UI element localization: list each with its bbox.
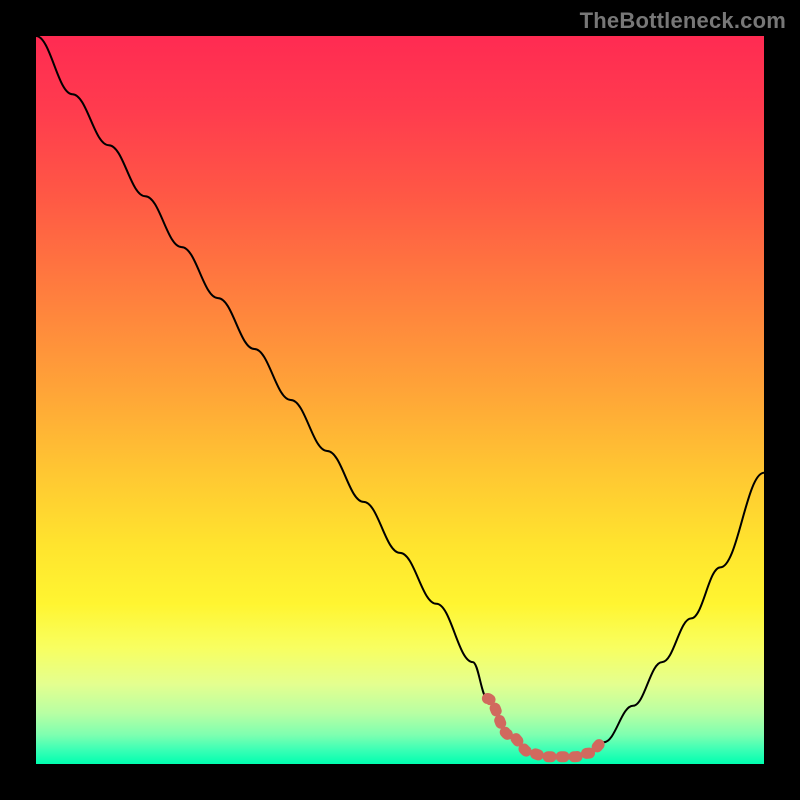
watermark-text: TheBottleneck.com <box>580 8 786 34</box>
curve-overlay <box>36 36 764 764</box>
plot-area <box>36 36 764 764</box>
bottleneck-highlight <box>487 699 603 757</box>
bottleneck-curve <box>36 36 764 757</box>
chart-container: TheBottleneck.com <box>0 0 800 800</box>
